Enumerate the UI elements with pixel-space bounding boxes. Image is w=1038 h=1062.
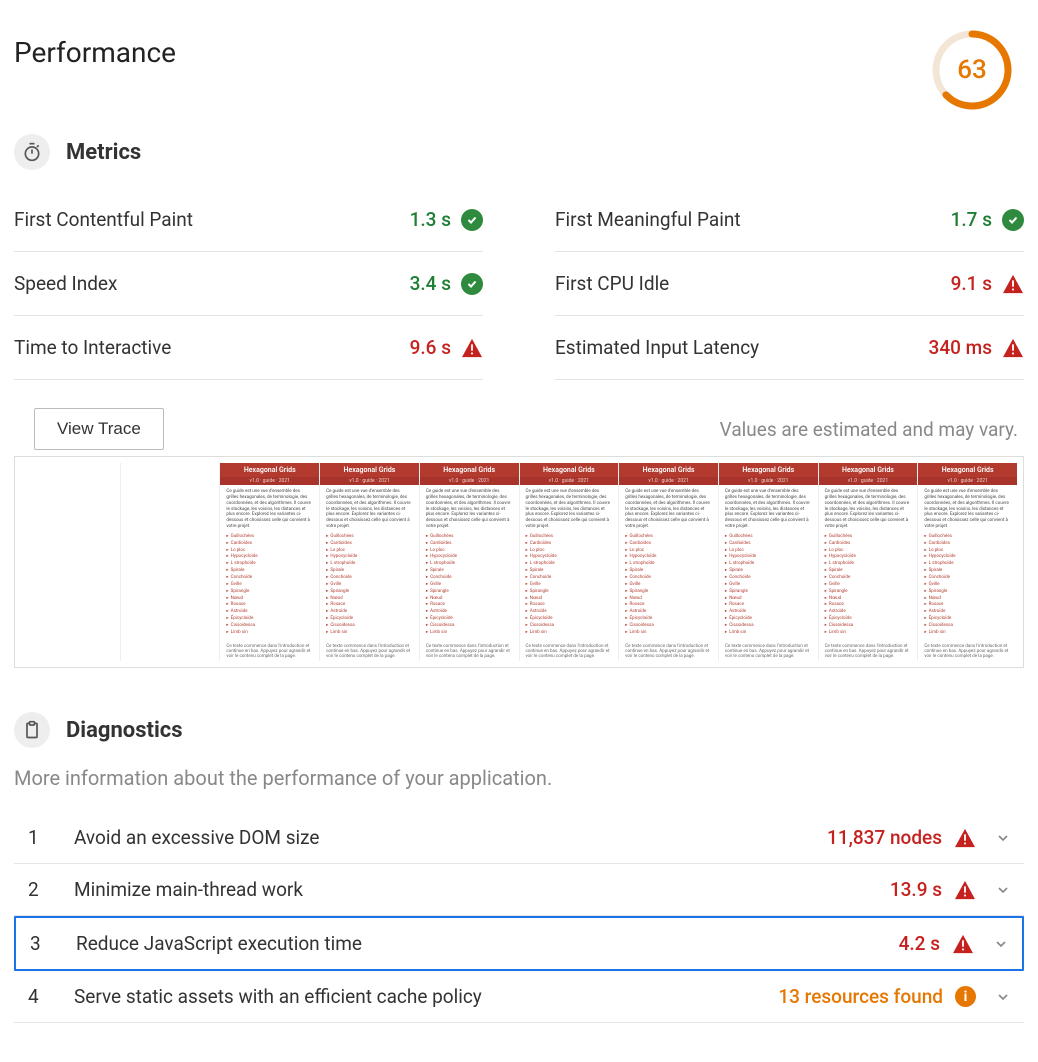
alert-triangle-icon [952,934,974,954]
metric-label: Time to Interactive [14,336,171,359]
metric-row: First Meaningful Paint 1.7 s [555,188,1024,252]
metric-row: Speed Index 3.4 s [14,252,483,316]
diagnostic-row[interactable]: 2 Minimize main-thread work 13.9 s [14,864,1024,916]
filmstrip-frame [21,463,120,661]
diagnostic-label: Avoid an excessive DOM size [74,826,813,849]
metrics-header: Metrics [14,134,1024,170]
performance-score-gauge: 63 [930,28,1014,112]
metric-label: First Meaningful Paint [555,208,741,231]
diagnostic-number: 2 [28,878,60,901]
info-icon: i [955,986,976,1007]
filmstrip-frame: Hexagonal Gridsv1.0 · guide · 2021Ce gui… [219,463,319,661]
metric-label: Speed Index [14,272,117,295]
diagnostic-value: 11,837 nodes [827,826,942,849]
chevron-down-icon[interactable] [990,882,1016,898]
checkmark-icon [461,273,483,295]
metric-value: 9.1 s [951,272,992,295]
screenshot-filmstrip: Hexagonal Gridsv1.0 · guide · 2021Ce gui… [14,456,1024,668]
filmstrip-frame: Hexagonal Gridsv1.0 · guide · 2021Ce gui… [519,463,619,661]
alert-triangle-icon [954,880,976,900]
alert-triangle-icon [1002,338,1024,358]
filmstrip-frame: Hexagonal Gridsv1.0 · guide · 2021Ce gui… [718,463,818,661]
checkmark-icon [1002,209,1024,231]
diagnostic-number: 4 [28,985,60,1008]
alert-triangle-icon [1002,274,1024,294]
performance-score-value: 63 [930,28,1014,112]
metric-label: Estimated Input Latency [555,336,759,359]
clipboard-icon [14,712,50,748]
frame-title: Hexagonal Grids [918,463,1017,477]
frame-title: Hexagonal Grids [520,463,619,477]
chevron-down-icon[interactable] [990,989,1016,1005]
diagnostic-label: Minimize main-thread work [74,878,876,901]
diagnostic-value: 13 resources found [778,985,943,1008]
frame-title: Hexagonal Grids [220,463,319,477]
metric-value: 1.7 s [951,208,992,231]
metric-value: 3.4 s [410,272,451,295]
frame-title: Hexagonal Grids [320,463,419,477]
filmstrip-frame: Hexagonal Gridsv1.0 · guide · 2021Ce gui… [818,463,918,661]
view-trace-button[interactable]: View Trace [34,408,164,450]
diagnostic-value: 13.9 s [890,878,942,901]
diagnostic-value: 4.2 s [899,932,940,955]
frame-title: Hexagonal Grids [420,463,519,477]
diagnostics-header: Diagnostics [14,712,1024,748]
metric-row: Time to Interactive 9.6 s [14,316,483,380]
diagnostics-title: Diagnostics [66,718,183,743]
diagnostic-row[interactable]: 3 Reduce JavaScript execution time 4.2 s [14,916,1024,971]
diagnostic-row[interactable]: 4 Serve static assets with an efficient c… [14,971,1024,1023]
diagnostic-label: Reduce JavaScript execution time [76,932,885,955]
metric-row: First CPU Idle 9.1 s [555,252,1024,316]
metric-value: 9.6 s [410,336,451,359]
metrics-title: Metrics [66,140,141,165]
stopwatch-icon [14,134,50,170]
checkmark-icon [461,209,483,231]
filmstrip-frame: Hexagonal Gridsv1.0 · guide · 2021Ce gui… [618,463,718,661]
chevron-down-icon[interactable] [988,936,1014,952]
diagnostics-description: More information about the performance o… [14,766,1024,790]
frame-title: Hexagonal Grids [719,463,818,477]
metric-value: 340 ms [929,336,992,359]
diagnostic-number: 1 [28,826,60,849]
filmstrip-frame: Hexagonal Gridsv1.0 · guide · 2021Ce gui… [319,463,419,661]
frame-title: Hexagonal Grids [619,463,718,477]
metric-row: Estimated Input Latency 340 ms [555,316,1024,380]
metric-row: First Contentful Paint 1.3 s [14,188,483,252]
estimation-note: Values are estimated and may vary. [720,418,1018,441]
metric-label: First Contentful Paint [14,208,193,231]
diagnostic-row[interactable]: 1 Avoid an excessive DOM size 11,837 nodes [14,812,1024,864]
alert-triangle-icon [954,828,976,848]
filmstrip-frame: Hexagonal Gridsv1.0 · guide · 2021Ce gui… [419,463,519,661]
chevron-down-icon[interactable] [990,830,1016,846]
diagnostic-label: Serve static assets with an efficient ca… [74,985,764,1008]
alert-triangle-icon [461,338,483,358]
diagnostic-number: 3 [30,932,62,955]
filmstrip-frame: Hexagonal Gridsv1.0 · guide · 2021Ce gui… [917,463,1017,661]
metric-value: 1.3 s [410,208,451,231]
page-title: Performance [14,36,176,69]
frame-title: Hexagonal Grids [819,463,918,477]
filmstrip-frame [120,463,220,661]
metric-label: First CPU Idle [555,272,669,295]
